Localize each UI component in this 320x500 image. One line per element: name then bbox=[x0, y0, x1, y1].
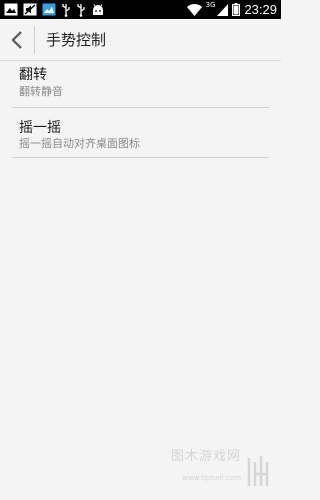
watermark-text: 图木游戏网 bbox=[170, 449, 241, 464]
setting-shake-subtitle: 摇一摇自动对齐桌面图标 bbox=[19, 137, 140, 150]
android-icon bbox=[93, 3, 103, 15]
system-icons: 3G 23:29 bbox=[186, 0, 277, 19]
usb-icon bbox=[77, 3, 85, 17]
wifi-icon bbox=[186, 3, 202, 16]
notification-icons bbox=[4, 2, 105, 17]
chevron-left-icon bbox=[11, 30, 22, 49]
setting-shake[interactable]: 摇一摇 摇一摇自动对齐桌面图标 bbox=[12, 61, 269, 157]
action-bar: 手势控制 bbox=[0, 19, 281, 61]
clock: 23:29 bbox=[244, 2, 277, 17]
watermark-url: www.tiptudi.com bbox=[182, 474, 241, 482]
setting-shake-title: 摇一摇 bbox=[19, 120, 61, 136]
gallery-icon bbox=[42, 3, 56, 16]
action-bar-divider bbox=[34, 25, 35, 54]
page-title: 手势控制 bbox=[46, 31, 107, 49]
battery-icon bbox=[232, 3, 241, 16]
network-type-label: 3G bbox=[205, 1, 216, 9]
image-icon bbox=[4, 3, 18, 16]
watermark-logo bbox=[247, 456, 269, 486]
usb-icon bbox=[62, 3, 70, 17]
settings-list: 翻转 翻转静音 摇一摇 摇一摇自动对齐桌面图标 bbox=[0, 61, 281, 158]
list-divider bbox=[12, 157, 269, 158]
back-button[interactable] bbox=[0, 19, 34, 60]
signal-icon bbox=[217, 3, 229, 16]
status-bar: 3G 23:29 bbox=[0, 0, 281, 19]
mute-icon bbox=[23, 3, 37, 16]
